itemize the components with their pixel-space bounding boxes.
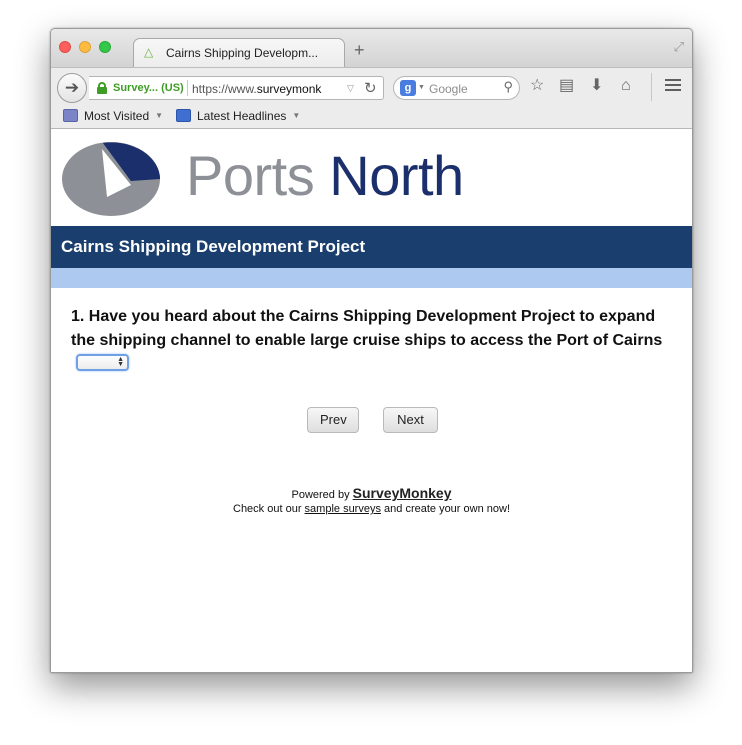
back-arrow-icon: ➔ <box>64 78 80 97</box>
ports-north-logo-icon <box>62 142 160 216</box>
powered-prefix: Powered by <box>291 489 350 501</box>
checkout-prefix: Check out our <box>233 503 302 515</box>
rss-feed-icon <box>176 109 191 122</box>
logo-word-ports: Ports <box>186 144 315 207</box>
ports-north-logo: Ports North <box>186 144 464 208</box>
survey-page: Ports North Cairns Shipping Development … <box>51 130 692 672</box>
tab-cairns-shipping[interactable]: △ Cairns Shipping Developm... <box>133 38 345 68</box>
powered-by: Powered by SurveyMonkey <box>51 485 692 501</box>
bookmark-most-visited[interactable]: Most Visited ▼ <box>63 109 163 123</box>
url-bar[interactable]: Survey... (US) https://www.surveymonk ▽ … <box>89 76 384 100</box>
url-text[interactable]: https://www.surveymonk <box>192 82 344 96</box>
url-prefix: https://www. <box>192 82 257 96</box>
search-engine-dropdown-icon[interactable]: ▼ <box>418 84 425 91</box>
logo-word-north: North <box>329 144 464 207</box>
bookmark-latest-headlines[interactable]: Latest Headlines ▼ <box>176 109 300 123</box>
select-arrows-icon: ▲ ▼ <box>117 356 124 368</box>
bookmark-label: Most Visited <box>84 109 150 123</box>
chevron-down-icon: ▼ <box>292 111 301 120</box>
navigation-toolbar: Survey... (US) https://www.surveymonk ▽ … <box>51 67 692 105</box>
checkout-suffix: and create your own now! <box>384 503 510 515</box>
google-icon[interactable]: g <box>400 80 416 96</box>
hamburger-menu-icon[interactable] <box>665 79 681 92</box>
fullscreen-icon[interactable]: ⤢ <box>674 39 684 55</box>
checkout-line: Check out our sample surveys and create … <box>51 503 692 515</box>
search-bar[interactable]: g ▼ Google ⚲ <box>393 76 520 100</box>
bookmark-star-icon[interactable]: ☆ <box>530 77 544 95</box>
home-icon[interactable]: ⌂ <box>621 77 631 95</box>
close-window-button[interactable] <box>59 41 71 53</box>
toolbar-separator <box>651 73 652 101</box>
survey-title-banner: Cairns Shipping Development Project <box>51 226 692 268</box>
bookmarks-toolbar: Most Visited ▼ Latest Headlines ▼ <box>51 105 692 129</box>
download-icon[interactable]: ⬇ <box>590 77 603 95</box>
answer-select[interactable]: ▲ ▼ <box>76 354 129 371</box>
search-icon[interactable]: ⚲ <box>503 79 513 95</box>
browser-window: △ Cairns Shipping Developm... + ⤢ Survey… <box>50 28 693 673</box>
progress-bar <box>51 268 692 288</box>
back-button[interactable]: ➔ <box>57 73 87 103</box>
reading-list-icon[interactable]: ▤ <box>559 77 574 95</box>
site-identity-label[interactable]: Survey... (US) <box>113 82 184 94</box>
minimize-window-button[interactable] <box>79 41 91 53</box>
most-visited-folder-icon <box>63 109 78 122</box>
new-tab-button[interactable]: + <box>354 41 365 59</box>
url-history-dropdown-icon[interactable]: ▽ <box>347 83 354 94</box>
question-1: 1. Have you heard about the Cairns Shipp… <box>71 308 663 349</box>
zoom-window-button[interactable] <box>99 41 111 53</box>
chevron-down-icon: ▼ <box>155 111 164 120</box>
tab-title: Cairns Shipping Developm... <box>166 46 319 60</box>
url-domain: surveymonk <box>256 82 322 96</box>
title-bar: △ Cairns Shipping Developm... + ⤢ <box>51 29 692 68</box>
reload-icon[interactable]: ↻ <box>364 79 377 97</box>
search-placeholder: Google <box>429 82 468 96</box>
surveymonkey-link[interactable]: SurveyMonkey <box>353 485 452 501</box>
surveymonkey-favicon-icon: △ <box>144 45 154 59</box>
bookmark-label: Latest Headlines <box>197 109 287 123</box>
lock-icon[interactable] <box>97 82 107 94</box>
prev-button[interactable]: Prev <box>307 407 359 433</box>
next-button[interactable]: Next <box>383 407 438 433</box>
url-separator <box>187 80 188 96</box>
sample-surveys-link[interactable]: sample surveys <box>305 503 381 515</box>
